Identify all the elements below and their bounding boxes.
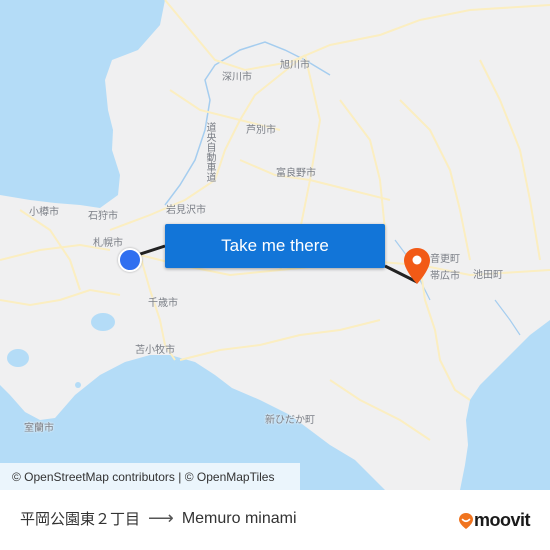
lake-small [75, 382, 81, 388]
origin-marker[interactable] [118, 248, 142, 272]
lake-shikotsu [91, 313, 115, 331]
city-label-chitose: 千歳市 [148, 298, 178, 309]
footer-bar: 平岡公園東２丁目 ⟶ Memuro minami moovit [0, 490, 550, 550]
highway-label: 道央自動車道 [204, 122, 215, 182]
origin-stop-name: 平岡公園東２丁目 [20, 510, 141, 528]
map-attribution[interactable]: © OpenStreetMap contributors | © OpenMap… [0, 463, 300, 490]
moovit-pin-icon [458, 512, 473, 529]
city-label-furano: 富良野市 [276, 168, 316, 179]
sea-east [460, 320, 550, 490]
city-label-iwamizawa: 岩見沢市 [166, 205, 206, 216]
city-label-ashibetsu: 芦別市 [246, 125, 276, 136]
city-label-ishikari: 石狩市 [88, 211, 118, 222]
city-label-muroran: 室蘭市 [24, 423, 54, 434]
destination-pin-icon[interactable] [402, 246, 432, 286]
city-label-fukagawa: 深川市 [222, 72, 252, 83]
city-label-obihiro: 帯広市 [430, 271, 460, 282]
route-summary: 平岡公園東２丁目 ⟶ Memuro minami [20, 508, 297, 529]
lake-toya [7, 349, 29, 367]
city-label-shinhidaka: 新ひだか町 [265, 415, 315, 426]
city-label-otofuke: 音更町 [430, 254, 460, 265]
arrow-right-icon: ⟶ [148, 508, 174, 528]
moovit-wordmark: moovit [473, 510, 531, 530]
city-label-ikeda: 池田町 [473, 270, 503, 281]
city-label-otaru: 小樽市 [29, 207, 59, 218]
city-label-asahikawa: 旭川市 [280, 60, 310, 71]
sea-west [0, 0, 165, 208]
map-canvas[interactable]: 旭川市 深川市 芦別市 富良野市 岩見沢市 小樽市 石狩市 札幌市 千歳市 苫小… [0, 0, 550, 490]
city-label-tomakomai: 苫小牧市 [135, 345, 175, 356]
moovit-logo[interactable]: moovit [458, 510, 531, 531]
river-east [494, 299, 521, 336]
city-label-sapporo: 札幌市 [93, 238, 123, 249]
destination-stop-name: Memuro minami [181, 509, 297, 527]
take-me-there-button[interactable]: Take me there [165, 224, 385, 268]
